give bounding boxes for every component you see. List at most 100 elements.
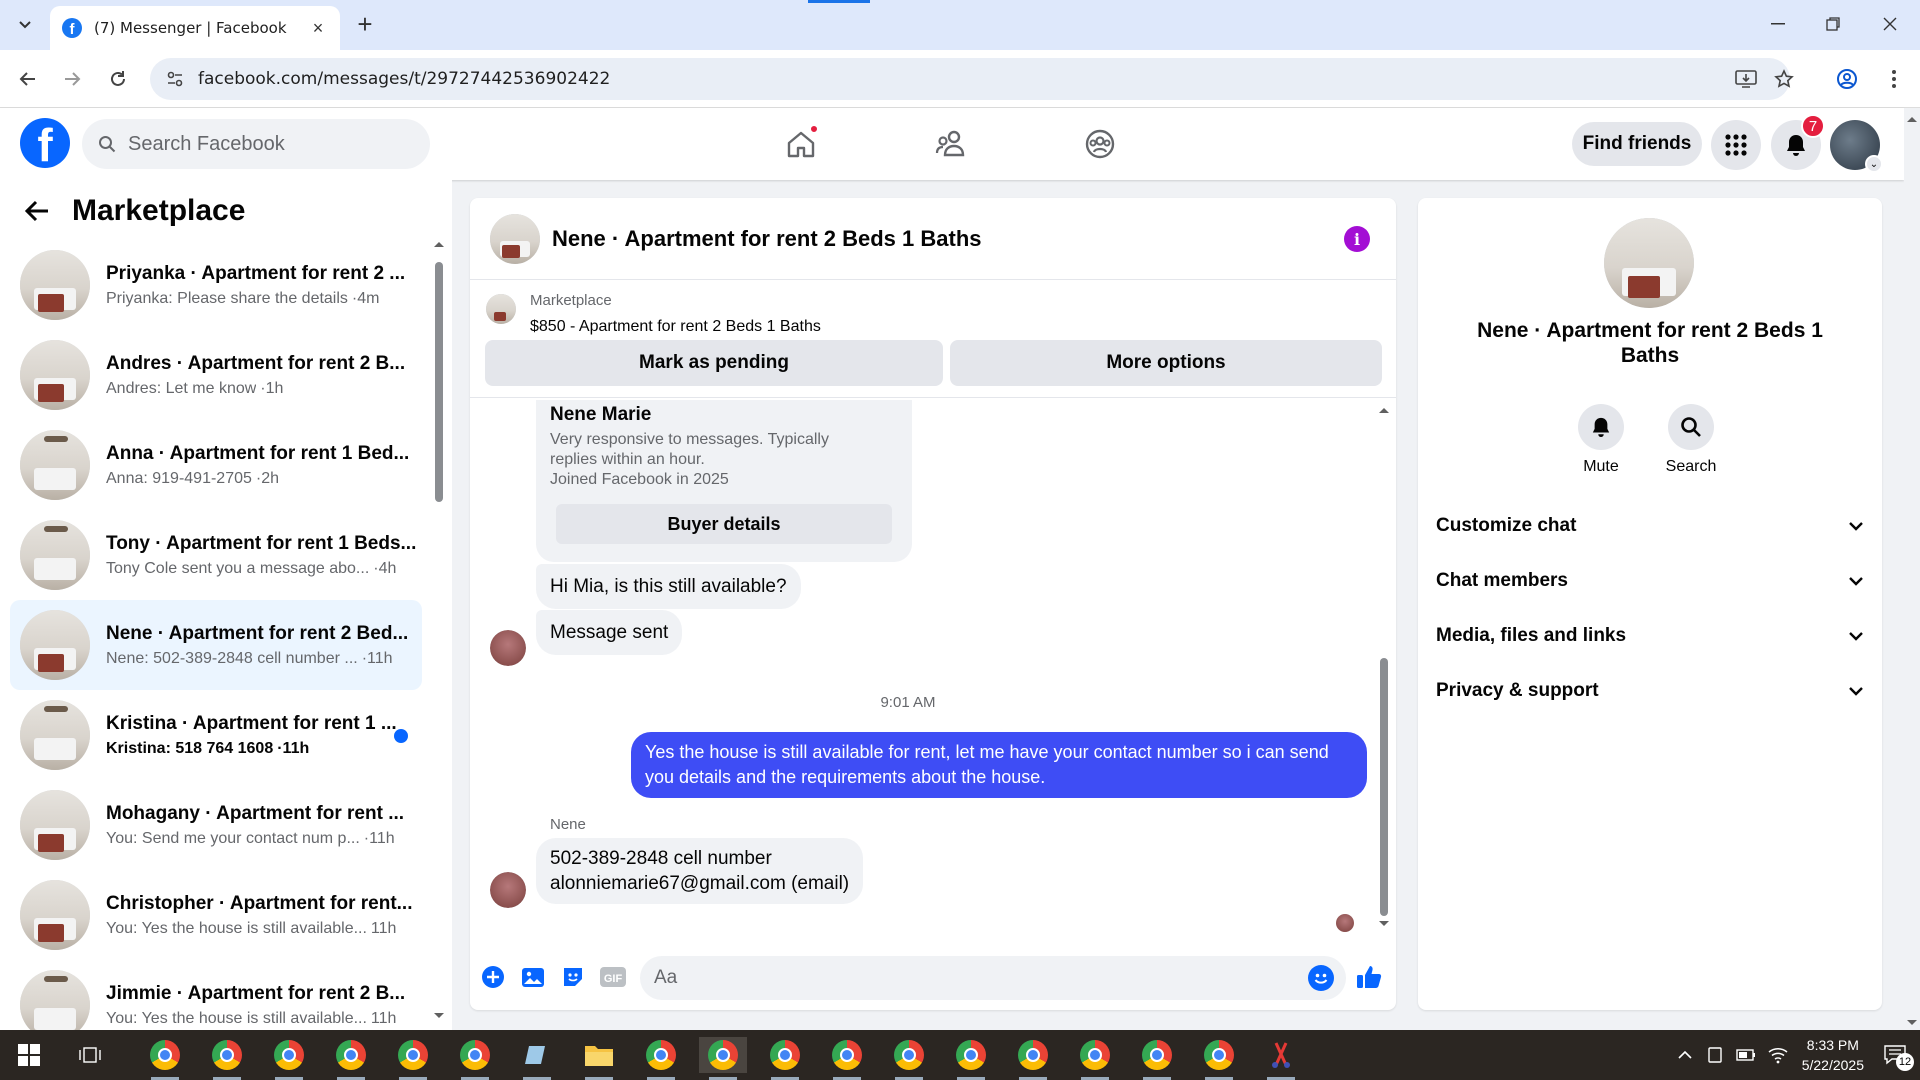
profile-icon[interactable] xyxy=(1833,65,1861,93)
chrome-taskbar-icon[interactable] xyxy=(327,1037,375,1080)
message-input[interactable] xyxy=(654,967,1254,989)
menu-grid-button[interactable] xyxy=(1711,120,1761,170)
page-scrollbar[interactable] xyxy=(1904,108,1920,1030)
privacy-support-section[interactable]: Privacy & support xyxy=(1436,666,1864,716)
forward-button[interactable] xyxy=(58,65,86,93)
sender-avatar[interactable] xyxy=(490,872,526,908)
conversation-item[interactable]: Tony · Apartment for rent 1 Beds... Tony … xyxy=(10,510,422,600)
home-nav-button[interactable] xyxy=(779,122,823,166)
site-info-icon[interactable] xyxy=(164,70,186,88)
chat-avatar[interactable] xyxy=(490,213,540,264)
chrome-taskbar-icon[interactable] xyxy=(947,1037,995,1080)
chrome-taskbar-icon[interactable] xyxy=(699,1037,747,1080)
conversation-scrollbar[interactable] xyxy=(433,240,445,1020)
conversation-preview: Nene: 502-389-2848 cell number ... xyxy=(106,649,358,667)
scrollbar-thumb[interactable] xyxy=(435,262,443,502)
find-friends-button[interactable]: Find friends xyxy=(1572,122,1702,166)
facebook-logo[interactable]: f xyxy=(20,118,70,168)
chrome-taskbar-icon[interactable] xyxy=(761,1037,809,1080)
thread-scrollbar[interactable] xyxy=(1378,400,1390,934)
message-bubble[interactable]: Hi Mia, is this still available? xyxy=(536,564,801,609)
address-bar[interactable]: facebook.com/messages/t/2972744253690242… xyxy=(150,58,1790,100)
start-button[interactable] xyxy=(18,1044,40,1066)
chrome-taskbar-icon[interactable] xyxy=(823,1037,871,1080)
conversation-item[interactable]: Kristina · Apartment for rent 1 ... Krist… xyxy=(10,690,422,780)
scrollbar-thumb[interactable] xyxy=(1380,658,1388,916)
battery-icon[interactable] xyxy=(1736,1048,1756,1062)
emoji-icon[interactable] xyxy=(1308,965,1334,991)
info-icon[interactable]: i xyxy=(1344,226,1370,252)
chrome-taskbar-icon[interactable] xyxy=(265,1037,313,1080)
customize-chat-section[interactable]: Customize chat xyxy=(1436,501,1864,551)
new-tab-button[interactable]: + xyxy=(352,11,378,38)
gif-icon[interactable]: GIF xyxy=(600,964,626,990)
conversation-item[interactable]: Anna · Apartment for rent 1 Bed... Anna: … xyxy=(10,420,422,510)
conversation-item[interactable]: Jimmie · Apartment for rent 2 B... You: Y… xyxy=(10,960,422,1030)
photo-icon[interactable] xyxy=(520,964,546,990)
back-button[interactable] xyxy=(14,65,42,93)
add-attachment-icon[interactable] xyxy=(480,964,506,990)
chrome-taskbar-icon[interactable] xyxy=(1009,1037,1057,1080)
conversation-item[interactable]: Priyanka · Apartment for rent 2 ... Priya… xyxy=(10,240,422,330)
listing-title[interactable]: $850 - Apartment for rent 2 Beds 1 Baths xyxy=(530,318,821,336)
chrome-taskbar-icon[interactable] xyxy=(885,1037,933,1080)
conversation-item[interactable]: Andres · Apartment for rent 2 B... Andres… xyxy=(10,330,422,420)
chrome-taskbar-icon[interactable] xyxy=(1071,1037,1119,1080)
friends-nav-button[interactable] xyxy=(929,122,973,166)
conversation-preview: Andres: Let me know xyxy=(106,379,257,397)
chrome-taskbar-icon[interactable] xyxy=(389,1037,437,1080)
conversation-item[interactable]: Christopher · Apartment for rent... You: … xyxy=(10,870,422,960)
conversation-item[interactable]: Nene · Apartment for rent 2 Bed... Nene: … xyxy=(10,600,422,690)
browser-tab[interactable]: f (7) Messenger | Facebook × xyxy=(50,6,340,50)
sticker-icon[interactable] xyxy=(560,964,586,990)
wifi-icon[interactable] xyxy=(1768,1046,1788,1064)
chrome-taskbar-icon[interactable] xyxy=(637,1037,685,1080)
chevron-down-icon: ⌄ xyxy=(1865,155,1883,173)
device-icon[interactable] xyxy=(1706,1046,1724,1064)
sender-avatar[interactable] xyxy=(490,630,526,666)
chrome-taskbar-icon[interactable] xyxy=(203,1037,251,1080)
media-files-links-section[interactable]: Media, files and links xyxy=(1436,611,1864,661)
reload-button[interactable] xyxy=(104,65,132,93)
notification-center-button[interactable]: 12 xyxy=(1884,1045,1914,1071)
clock[interactable]: 8:33 PM 5/22/2025 xyxy=(1802,1035,1864,1075)
browser-toolbar: facebook.com/messages/t/2972744253690242… xyxy=(0,50,1920,108)
tab-search-button[interactable] xyxy=(12,12,38,38)
chrome-taskbar-icon[interactable] xyxy=(1133,1037,1181,1080)
mark-as-pending-button[interactable]: Mark as pending xyxy=(485,340,943,386)
file-explorer-icon[interactable] xyxy=(575,1037,623,1080)
search-facebook-field[interactable]: Search Facebook xyxy=(82,119,430,169)
minimize-icon xyxy=(1771,23,1785,25)
message-bubble[interactable]: Message sent xyxy=(536,610,683,655)
message-input-field[interactable] xyxy=(640,956,1346,1000)
like-thumb-icon[interactable] xyxy=(1356,964,1382,990)
buyer-details-button[interactable]: Buyer details xyxy=(556,504,892,544)
bookmark-star-icon[interactable] xyxy=(1770,65,1798,93)
groups-nav-button[interactable] xyxy=(1078,122,1122,166)
app-taskbar-icon[interactable] xyxy=(513,1037,561,1080)
minimize-button[interactable] xyxy=(1758,8,1798,40)
install-app-icon[interactable] xyxy=(1732,65,1760,93)
mute-action[interactable]: Mute xyxy=(1566,404,1636,476)
chevron-up-icon[interactable] xyxy=(1678,1050,1692,1060)
account-avatar[interactable]: ⌄ xyxy=(1830,120,1883,173)
chrome-taskbar-icon[interactable] xyxy=(141,1037,189,1080)
restore-button[interactable] xyxy=(1813,8,1853,40)
task-view-button[interactable] xyxy=(66,1037,114,1073)
restore-icon xyxy=(1826,17,1840,31)
chat-title[interactable]: Nene · Apartment for rent 2 Beds 1 Baths xyxy=(552,226,982,252)
browser-menu-icon[interactable] xyxy=(1880,65,1908,93)
back-arrow-icon[interactable] xyxy=(24,199,50,223)
message-bubble[interactable]: 502-389-2848 cell number alonniemarie67@… xyxy=(536,838,864,904)
conversation-item[interactable]: Mohagany · Apartment for rent ... You: Se… xyxy=(10,780,422,870)
snipping-tool-icon[interactable] xyxy=(1257,1037,1305,1080)
chrome-taskbar-icon[interactable] xyxy=(1195,1037,1243,1080)
chat-members-section[interactable]: Chat members xyxy=(1436,556,1864,606)
chrome-taskbar-icon[interactable] xyxy=(451,1037,499,1080)
close-tab-icon[interactable]: × xyxy=(308,18,328,38)
sent-message-bubble[interactable]: Yes the house is still available for ren… xyxy=(631,732,1367,798)
more-options-button[interactable]: More options xyxy=(950,340,1382,386)
search-action[interactable]: Search xyxy=(1656,404,1726,476)
notifications-button[interactable]: 7 xyxy=(1771,114,1825,170)
close-window-button[interactable] xyxy=(1870,8,1910,40)
